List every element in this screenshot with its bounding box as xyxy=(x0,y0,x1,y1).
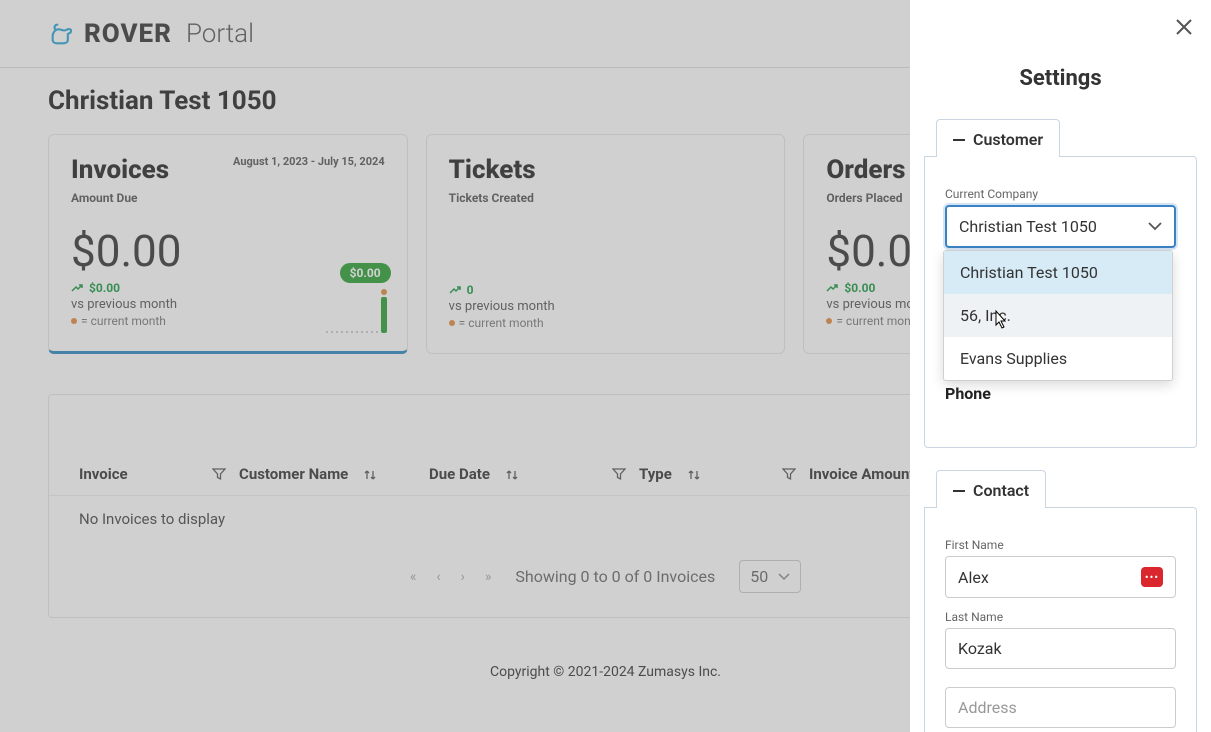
panel-title: Settings xyxy=(924,66,1197,91)
sort-icon[interactable] xyxy=(688,467,700,481)
phone-label: Phone xyxy=(945,384,1176,403)
dropdown-option-1[interactable]: 56, Inc. xyxy=(944,294,1172,337)
page-first-button[interactable]: « xyxy=(410,569,417,585)
th-type[interactable]: Type xyxy=(639,465,769,483)
card-previous: vs previous month xyxy=(449,299,763,314)
sort-icon[interactable] xyxy=(364,467,376,481)
th-customer[interactable]: Customer Name xyxy=(239,465,429,483)
close-button[interactable] xyxy=(1175,18,1193,36)
chevron-down-icon xyxy=(1148,222,1162,232)
close-icon xyxy=(1175,18,1193,36)
sparkline xyxy=(326,289,387,333)
brand-name: ROVER xyxy=(84,19,172,49)
first-name-label: First Name xyxy=(945,538,1176,552)
contact-section: First Name Alex ••• Last Name Kozak Addr… xyxy=(924,507,1197,732)
card-badge: $0.00 xyxy=(340,263,391,283)
card-title: Tickets xyxy=(449,155,763,185)
filter-icon[interactable] xyxy=(612,467,626,481)
card-tickets[interactable]: Tickets Tickets Created 0 vs previous mo… xyxy=(426,134,786,354)
filter-icon[interactable] xyxy=(782,467,796,481)
page-last-button[interactable]: » xyxy=(485,569,492,585)
trend-up-icon xyxy=(71,283,83,293)
customer-tab[interactable]: Customer xyxy=(936,119,1060,157)
filter-icon[interactable] xyxy=(212,467,226,481)
sort-icon[interactable] xyxy=(506,467,518,481)
dropdown-option-2[interactable]: Evans Supplies xyxy=(944,337,1172,380)
card-value: $0.00 xyxy=(71,225,385,277)
contact-tab[interactable]: Contact xyxy=(936,470,1046,508)
th-invoice[interactable]: Invoice xyxy=(79,465,199,483)
card-date-range: August 1, 2023 - July 15, 2024 xyxy=(233,155,385,168)
card-trend: 0 xyxy=(449,283,763,297)
settings-panel: Settings Customer Current Company Christ… xyxy=(910,0,1211,732)
dog-icon xyxy=(48,20,76,48)
brand-logo[interactable]: ROVER Portal xyxy=(48,19,254,49)
mouse-cursor xyxy=(990,309,1010,333)
last-name-input[interactable]: Kozak xyxy=(945,628,1176,669)
trend-up-icon xyxy=(449,285,461,295)
dropdown-option-0[interactable]: Christian Test 1050 xyxy=(944,251,1172,294)
current-company-label: Current Company xyxy=(945,187,1176,201)
portal-label: Portal xyxy=(186,19,254,49)
chevron-down-icon xyxy=(778,573,790,581)
trend-up-icon xyxy=(826,283,838,293)
pager-text: Showing 0 to 0 of 0 Invoices xyxy=(515,567,715,586)
card-subtitle: Amount Due xyxy=(71,191,385,205)
card-invoices[interactable]: Invoices August 1, 2023 - July 15, 2024 … xyxy=(48,134,408,354)
page-size-select[interactable]: 50 xyxy=(739,560,801,593)
th-duedate[interactable]: Due Date xyxy=(429,465,599,483)
input-action-badge[interactable]: ••• xyxy=(1141,567,1163,587)
page-next-button[interactable]: › xyxy=(461,569,465,585)
first-name-input[interactable]: Alex ••• xyxy=(945,556,1176,598)
page-prev-button[interactable]: ‹ xyxy=(436,569,440,585)
minus-icon xyxy=(953,490,965,492)
address-input[interactable]: Address xyxy=(945,687,1176,728)
company-dropdown: Christian Test 1050 56, Inc. Evans Suppl… xyxy=(943,250,1173,381)
card-subtitle: Tickets Created xyxy=(449,191,763,205)
current-company-select[interactable]: Christian Test 1050 xyxy=(945,205,1176,248)
last-name-label: Last Name xyxy=(945,610,1176,624)
card-title: Invoices xyxy=(71,155,169,185)
card-current: = current month xyxy=(449,316,763,330)
minus-icon xyxy=(953,139,965,141)
